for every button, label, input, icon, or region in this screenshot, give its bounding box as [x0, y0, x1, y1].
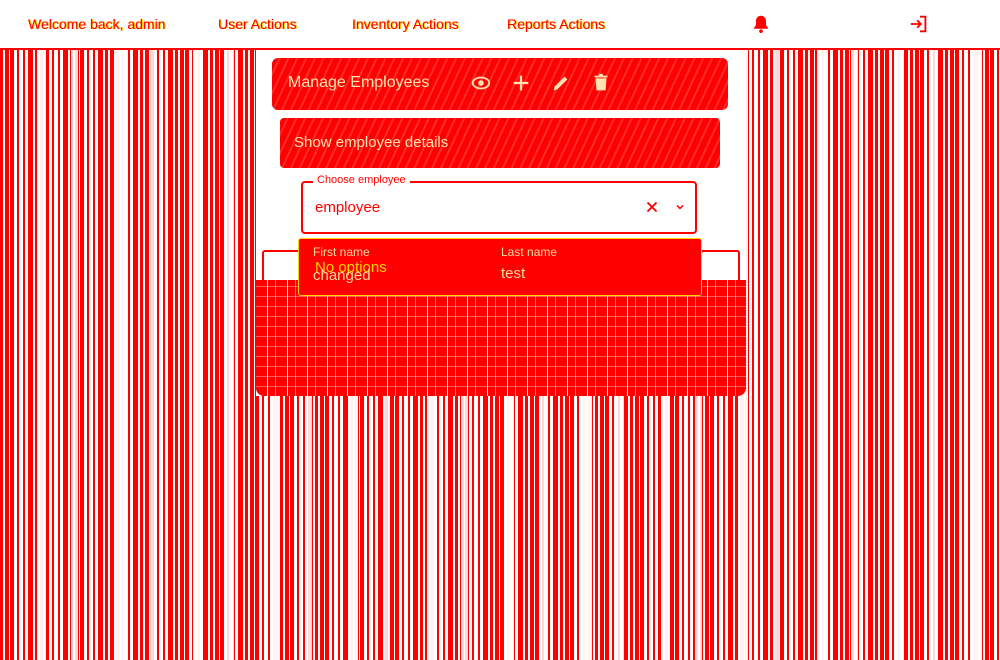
- chevron-down-icon[interactable]: [671, 198, 689, 216]
- choose-employee-combobox[interactable]: Choose employee: [301, 174, 697, 234]
- pencil-icon[interactable]: [550, 72, 572, 94]
- trash-icon[interactable]: [590, 72, 612, 94]
- employee-search-input[interactable]: [315, 199, 635, 216]
- top-navbar: Welcome back, admin User Actions Invento…: [0, 0, 1000, 50]
- show-employee-details-label: Show employee details: [294, 134, 449, 151]
- last-name-label: Last name: [501, 245, 558, 259]
- employee-dropdown: First name No options changed Last name …: [298, 238, 702, 296]
- manage-employees-card: Manage Employees: [272, 58, 728, 110]
- welcome-text: Welcome back, admin: [28, 16, 166, 32]
- first-name-label: First name: [313, 245, 370, 259]
- last-name-value: test: [501, 265, 526, 282]
- plus-icon[interactable]: [510, 72, 532, 94]
- show-employee-details-button[interactable]: Show employee details: [280, 118, 720, 168]
- close-icon[interactable]: [643, 198, 661, 216]
- first-name-value: changed: [313, 267, 371, 284]
- logout-icon[interactable]: [908, 13, 930, 35]
- nav-reports-actions[interactable]: Reports Actions: [507, 16, 605, 32]
- employee-table-area: [256, 280, 746, 396]
- nav-user-actions[interactable]: User Actions: [218, 16, 297, 32]
- bell-icon[interactable]: [750, 13, 772, 35]
- nav-inventory-actions[interactable]: Inventory Actions: [352, 16, 459, 32]
- card-title: Manage Employees: [288, 74, 430, 91]
- eye-icon[interactable]: [470, 72, 492, 94]
- combo-legend: Choose employee: [313, 174, 410, 186]
